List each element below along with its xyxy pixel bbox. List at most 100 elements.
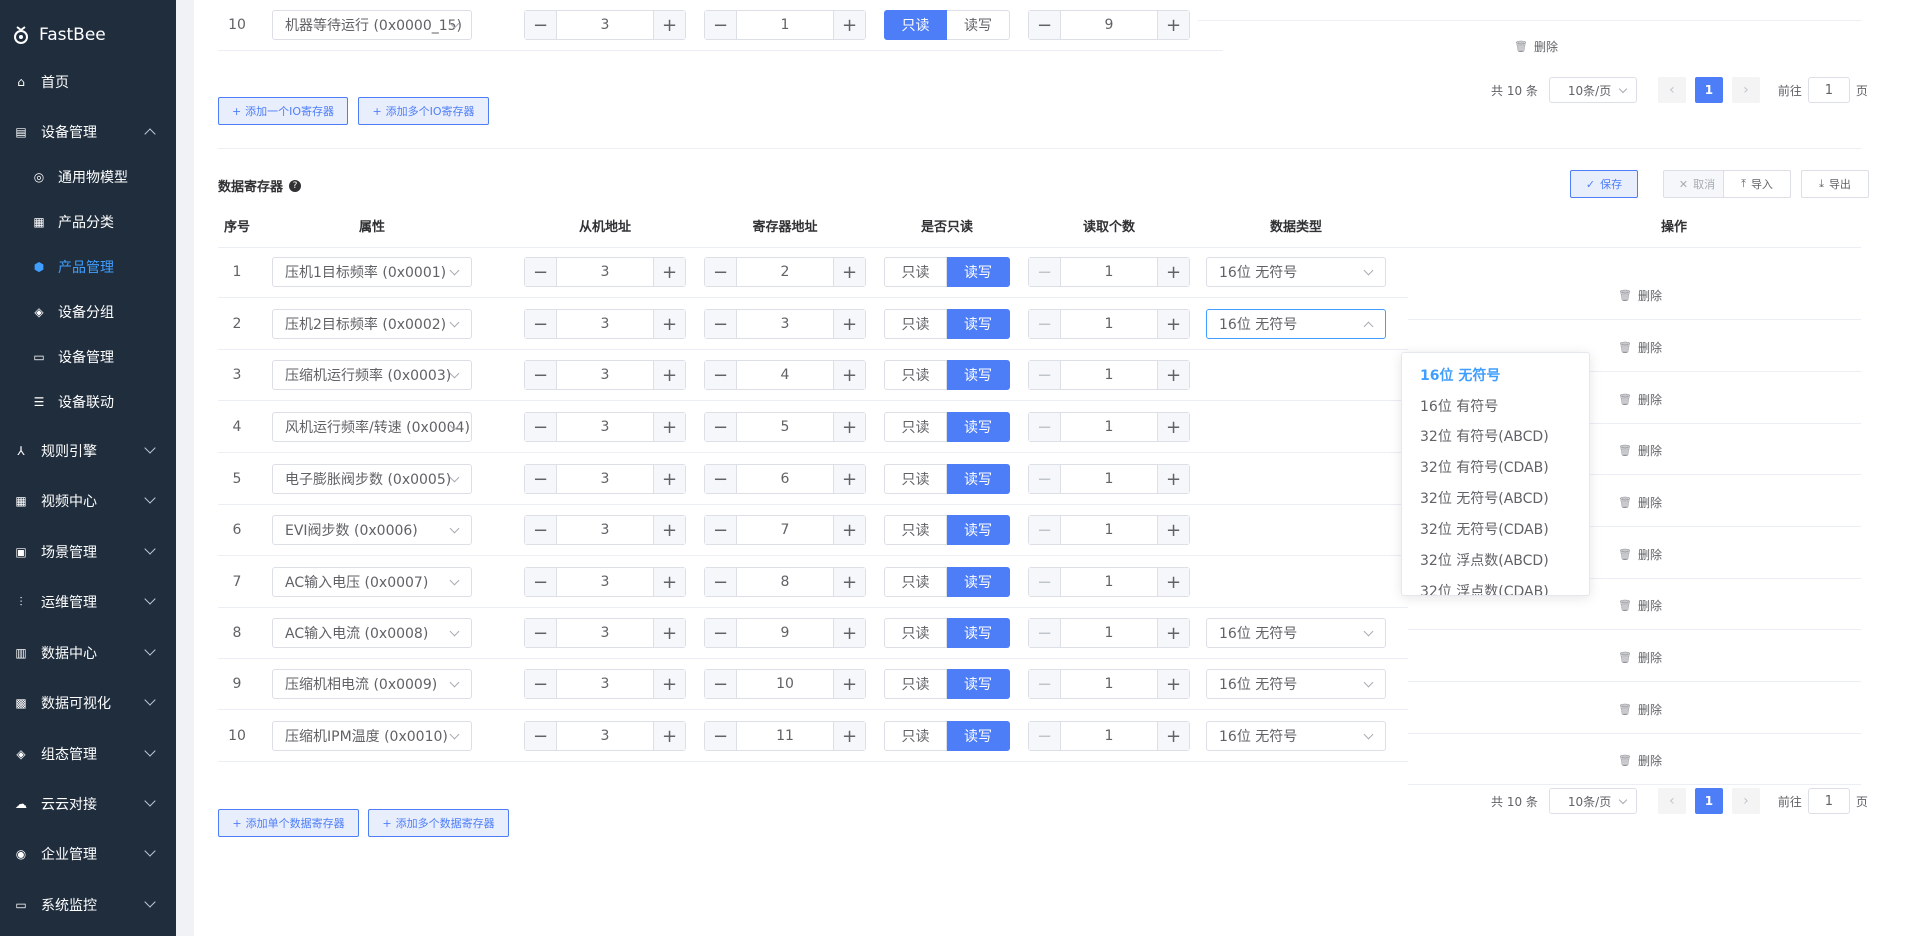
sidebar-item-6[interactable]: ▭ 设备管理 [0, 337, 176, 377]
stepper-value[interactable]: 1 [1061, 568, 1157, 596]
delete-button[interactable]: 🗑 删除 [1618, 649, 1662, 666]
slave-address-stepper[interactable]: −3 + [524, 721, 686, 751]
stepper-value[interactable]: 1 [1061, 722, 1157, 750]
readonly-option[interactable]: 只读 [884, 567, 947, 597]
register-address-stepper[interactable]: −10 + [704, 669, 866, 699]
plus-button[interactable]: + [653, 413, 685, 441]
readonly-radio[interactable]: 只读 读写 [884, 464, 1010, 494]
delete-button[interactable]: 🗑 删除 [1618, 546, 1662, 563]
stepper-value[interactable]: 8 [737, 568, 833, 596]
stepper-value[interactable]: 3 [557, 516, 653, 544]
minus-button[interactable]: − [525, 465, 557, 493]
plus-button[interactable]: + [1157, 361, 1189, 389]
stepper-value[interactable]: 3 [557, 11, 653, 39]
delete-button[interactable]: 🗑 删除 [1618, 287, 1662, 304]
read-count-stepper[interactable]: −1 + [1028, 618, 1190, 648]
plus-button[interactable]: + [833, 465, 865, 493]
readwrite-option[interactable]: 读写 [947, 360, 1010, 390]
logo[interactable]: FastBee [13, 22, 106, 48]
sidebar-item-10[interactable]: ▣ 场景管理 [0, 532, 176, 572]
sidebar-item-2[interactable]: ◎ 通用物模型 [0, 157, 176, 197]
attr-select[interactable]: 电子膨胀阀步数 (0x0005) [272, 464, 472, 494]
stepper-value[interactable]: 3 [557, 722, 653, 750]
attr-select[interactable]: 压机2目标频率 (0x0002) [272, 309, 472, 339]
stepper-value[interactable]: 3 [557, 465, 653, 493]
dropdown-option[interactable]: 32位 浮点数(CDAB) [1420, 581, 1549, 595]
stepper-value[interactable]: 1 [1061, 516, 1157, 544]
minus-button[interactable]: − [1029, 619, 1061, 647]
next-page-button[interactable]: › [1731, 77, 1760, 103]
read-count-stepper[interactable]: −1 + [1028, 360, 1190, 390]
data-type-select[interactable]: 16位 无符号 [1206, 721, 1386, 751]
plus-button[interactable]: + [833, 258, 865, 286]
stepper-value[interactable]: 1 [1061, 258, 1157, 286]
add-multiple-io-register-button[interactable]: + 添加多个IO寄存器 [358, 97, 489, 125]
data-type-select[interactable]: 16位 无符号 [1206, 669, 1386, 699]
plus-button[interactable]: + [1157, 258, 1189, 286]
minus-button[interactable]: − [1029, 516, 1061, 544]
register-address-stepper[interactable]: −11 + [704, 721, 866, 751]
minus-button[interactable]: − [525, 413, 557, 441]
minus-button[interactable]: − [1029, 258, 1061, 286]
plus-button[interactable]: + [1157, 670, 1189, 698]
plus-button[interactable]: + [1157, 722, 1189, 750]
minus-button[interactable]: − [1029, 568, 1061, 596]
minus-button[interactable]: − [525, 670, 557, 698]
attr-select[interactable]: 压缩机IPM温度 (0x0010) [272, 721, 472, 751]
help-icon[interactable]: ? [289, 179, 302, 192]
attr-select[interactable]: 压缩机相电流 (0x0009) [272, 669, 472, 699]
minus-button[interactable]: − [705, 310, 737, 338]
stepper-value[interactable]: 5 [737, 413, 833, 441]
register-address-stepper[interactable]: −9 + [704, 618, 866, 648]
register-address-stepper[interactable]: −7 + [704, 515, 866, 545]
plus-button[interactable]: + [653, 619, 685, 647]
minus-button[interactable]: − [1029, 11, 1061, 39]
minus-button[interactable]: − [705, 361, 737, 389]
slave-address-stepper[interactable]: −3 + [524, 464, 686, 494]
readonly-option[interactable]: 只读 [884, 309, 947, 339]
sidebar-item-5[interactable]: ◈ 设备分组 [0, 292, 176, 332]
readwrite-option[interactable]: 读写 [947, 567, 1010, 597]
minus-button[interactable]: − [1029, 310, 1061, 338]
attr-select[interactable]: 压缩机运行频率 (0x0003) [272, 360, 472, 390]
plus-button[interactable]: + [1157, 413, 1189, 441]
register-address-stepper[interactable]: −5 + [704, 412, 866, 442]
stepper-value[interactable]: 3 [557, 310, 653, 338]
minus-button[interactable]: − [705, 413, 737, 441]
slave-address-stepper[interactable]: −3 + [524, 309, 686, 339]
plus-button[interactable]: + [653, 568, 685, 596]
plus-button[interactable]: + [653, 516, 685, 544]
attr-select[interactable]: AC输入电流 (0x0008) [272, 618, 472, 648]
stepper-value[interactable]: 3 [557, 361, 653, 389]
minus-button[interactable]: − [705, 258, 737, 286]
readonly-radio[interactable]: 只读 读写 [884, 309, 1010, 339]
readonly-radio[interactable]: 只读 读写 [884, 412, 1010, 442]
readonly-radio[interactable]: 只读 读写 [884, 515, 1010, 545]
dropdown-option[interactable]: 32位 有符号(CDAB) [1420, 457, 1549, 477]
sidebar-item-1[interactable]: ▤ 设备管理 [0, 112, 176, 152]
delete-button[interactable]: 🗑 删除 [1618, 752, 1662, 769]
minus-button[interactable]: − [705, 465, 737, 493]
import-button[interactable]: ⤒ 导入 [1723, 170, 1791, 198]
read-count-stepper[interactable]: −1 + [1028, 669, 1190, 699]
readwrite-option[interactable]: 读写 [947, 515, 1010, 545]
stepper-value[interactable]: 1 [737, 11, 833, 39]
readonly-option[interactable]: 只读 [884, 669, 947, 699]
stepper-value[interactable]: 1 [1061, 670, 1157, 698]
stepper-value[interactable]: 1 [1061, 413, 1157, 441]
io-attr-select[interactable]: 机器等待运行 (0x0000_15) [272, 10, 472, 40]
plus-button[interactable]: + [653, 722, 685, 750]
sidebar-item-16[interactable]: ◉ 企业管理 [0, 834, 176, 874]
plus-button[interactable]: + [1157, 568, 1189, 596]
stepper-value[interactable]: 9 [1061, 11, 1157, 39]
sidebar-item-11[interactable]: ⫶ 运维管理 [0, 582, 176, 622]
plus-button[interactable]: + [1157, 516, 1189, 544]
minus-button[interactable]: − [525, 258, 557, 286]
export-button[interactable]: ⤓ 导出 [1801, 170, 1869, 198]
sidebar-item-8[interactable]: ⅄ 规则引擎 [0, 431, 176, 471]
slave-address-stepper[interactable]: −3 + [524, 618, 686, 648]
plus-button[interactable]: + [1157, 465, 1189, 493]
minus-button[interactable]: − [1029, 413, 1061, 441]
slave-address-stepper[interactable]: −3 + [524, 412, 686, 442]
plus-button[interactable]: + [833, 670, 865, 698]
